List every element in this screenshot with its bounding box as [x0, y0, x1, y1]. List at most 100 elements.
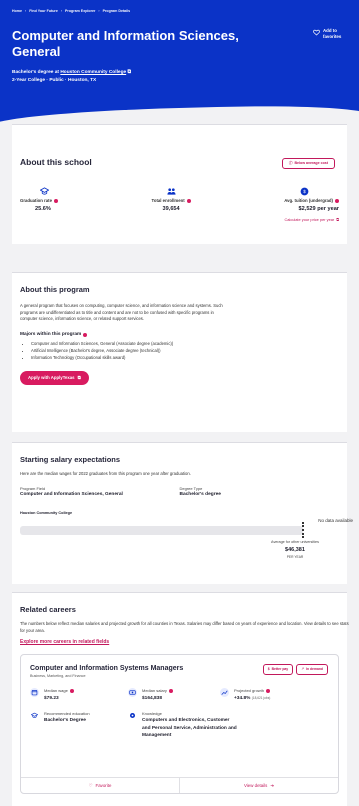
heart-icon: [313, 28, 320, 38]
info-icon[interactable]: [168, 689, 173, 694]
about-program-heading: About this program: [20, 285, 90, 294]
info-icon[interactable]: [69, 689, 74, 694]
related-careers-subtitle: The numbers below reflect median salarie…: [20, 621, 349, 633]
stat-label: Total enrollment: [151, 198, 185, 204]
growth-label: Projected growth: [234, 688, 265, 694]
career-card-footer: ♡ Favorite View details ➔: [21, 777, 338, 793]
breadcrumb-program-explorer[interactable]: Program Explorer: [65, 9, 95, 14]
breadcrumb-home[interactable]: Home: [12, 9, 22, 14]
favorite-label: Favorite: [95, 782, 112, 788]
majors-list: Computer and Information Sciences, Gener…: [20, 341, 339, 362]
stat-label: Avg. tuition (undergrad): [284, 198, 333, 204]
list-item: Information Technology (Occupational ski…: [31, 355, 339, 362]
salary-subtitle: Here are the median wages for 2022 gradu…: [20, 471, 191, 477]
page-header: Home › Find Your Future › Program Explor…: [0, 0, 359, 122]
no-data-label: No data available: [318, 518, 353, 523]
people-icon: [167, 187, 176, 196]
salary-heading: Starting salary expectations: [20, 455, 121, 464]
program-description: A general program that focuses on comput…: [20, 303, 223, 322]
favorite-button[interactable]: ♡ Favorite: [21, 778, 180, 793]
page-title: Computer and Information Sciences, Gener…: [12, 27, 239, 60]
degree-prefix: Bachelor's degree at: [12, 70, 59, 76]
better-pay-badge[interactable]: $ Better pay: [262, 664, 294, 675]
info-icon[interactable]: [54, 199, 58, 204]
breadcrumb: Home › Find Your Future › Program Explor…: [12, 9, 347, 14]
median-salary-label: Median salary: [142, 688, 167, 694]
education-value: Bachelor's Degree: [44, 718, 86, 724]
breadcrumb-separator: ›: [25, 9, 27, 13]
trend-icon: ↗: [301, 667, 305, 671]
view-details-button[interactable]: View details ➔: [180, 778, 338, 793]
list-item: Computer and Information Sciences, Gener…: [31, 341, 339, 348]
education-label: Recommended education: [44, 711, 90, 716]
info-icon[interactable]: [83, 332, 88, 337]
money-icon: [128, 688, 137, 698]
about-program-section: About this program A general program tha…: [12, 272, 347, 432]
apply-button-label: Apply with ApplyTexas: [28, 374, 75, 380]
median-salary-value: $164,838: [142, 695, 163, 701]
in-demand-label: In demand: [306, 667, 323, 671]
info-icon[interactable]: [186, 199, 191, 204]
info-icon[interactable]: [334, 199, 339, 204]
calculate-price-link[interactable]: Calculate your price per year ⧉: [284, 217, 339, 222]
degree-type-label: Degree Type: [179, 485, 203, 491]
breadcrumb-current: Program Details: [102, 9, 131, 13]
explore-careers-link[interactable]: Explore more careers in related fields: [20, 639, 109, 646]
degree-type-value: Bachelor's degree: [179, 492, 221, 498]
average-unit: PER YEAR: [286, 555, 304, 559]
degree-line: Bachelor's degree at Houston Community C…: [12, 70, 347, 76]
in-demand-badge[interactable]: ↗ In demand: [296, 664, 328, 675]
median-wage-label: Median wage: [44, 688, 68, 694]
stat-value: 25.6%: [35, 206, 51, 213]
list-item: Artificial Intelligence (Bachelor's degr…: [31, 348, 339, 355]
growth-note: (18,621 jobs): [251, 695, 271, 700]
info-icon[interactable]: [266, 689, 271, 694]
coin-icon: $: [300, 187, 309, 196]
college-link[interactable]: Houston Community College: [60, 70, 126, 75]
salary-section: Starting salary expectations Here are th…: [12, 442, 347, 584]
knowledge-label: Knowledge: [142, 711, 162, 716]
median-salary: Median salary $164,838: [128, 688, 220, 702]
view-details-label: View details: [243, 782, 268, 788]
knowledge: Knowledge Computers and Electronics, Cus…: [128, 711, 320, 739]
stat-graduation-rate: Graduation rate 25.6%: [20, 187, 58, 222]
external-link-icon: ⧉: [336, 216, 339, 222]
related-careers-heading: Related careers: [20, 605, 76, 614]
projected-growth: Projected growth +34.8% (18,621 jobs): [220, 688, 320, 702]
stat-avg-tuition: $ Avg. tuition (undergrad) $2,529 per ye…: [284, 187, 339, 222]
better-pay-label: Better pay: [271, 667, 289, 671]
growth-value: +34.8%: [234, 695, 251, 701]
career-tags: $ Better pay ↗ In demand: [262, 664, 328, 675]
career-metrics: Median wage $79.23 Median salary $164,83…: [30, 688, 329, 739]
salary-details: Program Field Computer and Information S…: [20, 486, 339, 499]
apply-button[interactable]: Apply with ApplyTexas ⧉: [20, 370, 89, 385]
related-careers-section: Related careers The numbers below reflec…: [12, 592, 349, 806]
breadcrumb-separator: ›: [60, 9, 63, 13]
breadcrumb-find-your-future[interactable]: Find Your Future: [29, 9, 58, 14]
majors-heading: Majors within this program: [20, 332, 339, 338]
graduation-icon: [40, 187, 49, 196]
stat-value: $2,529 per year: [298, 206, 339, 213]
average-value: $46,381: [285, 547, 305, 553]
cost-comparison-label: Below average cost: [294, 161, 328, 165]
dollar-icon: $: [267, 667, 270, 671]
median-wage: Median wage $79.23: [30, 688, 128, 702]
calendar-icon: [30, 688, 39, 698]
average-label: Average for other universities: [271, 540, 319, 544]
add-to-favorites-label: Add to favorites: [323, 28, 342, 39]
knowledge-value: Computers and Electronics, Customer and …: [142, 718, 237, 738]
add-to-favorites-button[interactable]: Add to favorites: [313, 28, 345, 39]
cost-comparison-button[interactable]: ⓘ Below average cost: [281, 158, 335, 169]
heart-icon: ♡: [88, 782, 93, 788]
growth-chart-icon: [220, 688, 229, 698]
school-stats: Graduation rate 25.6% Total enrollment 3…: [20, 187, 339, 222]
stat-value: 39,654: [162, 206, 180, 213]
info-icon: ⓘ: [288, 161, 293, 165]
calculate-price-label: Calculate your price per year: [284, 216, 335, 222]
salary-school-label: Houston Community College: [20, 510, 73, 515]
gear-icon: [128, 711, 137, 720]
about-school-section: About this school ⓘ Below average cost G…: [12, 124, 347, 244]
career-category: Business, Marketing, and Finance: [30, 674, 86, 679]
external-link-icon: ⧉: [77, 374, 81, 380]
program-field-label: Program Field: [20, 485, 46, 491]
